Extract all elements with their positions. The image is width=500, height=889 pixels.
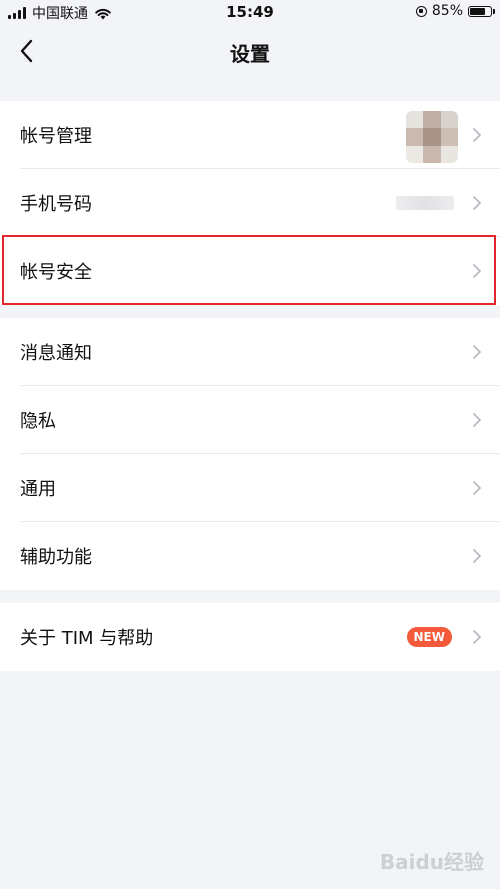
row-label: 隐私 — [20, 411, 56, 432]
battery-percent: 85% — [431, 3, 463, 19]
row-account-security[interactable]: 帐号安全 — [0, 237, 500, 305]
battery-fill — [470, 7, 486, 15]
row-about-tim-help[interactable]: 关于 TIM 与帮助 NEW — [0, 603, 500, 671]
chevron-right-icon — [473, 481, 481, 495]
watermark: Baidu经验 — [379, 850, 484, 874]
general-settings-group: 消息通知 隐私 通用 辅助功能 — [0, 318, 500, 590]
row-general[interactable]: 通用 — [0, 454, 500, 522]
row-label: 辅助功能 — [20, 547, 92, 568]
phone-number-redacted — [396, 196, 454, 210]
row-label: 消息通知 — [20, 343, 92, 364]
row-label: 关于 TIM 与帮助 — [20, 628, 154, 649]
row-notifications[interactable]: 消息通知 — [0, 318, 500, 386]
status-right: 85% — [415, 3, 495, 19]
new-badge: NEW — [406, 627, 452, 647]
avatar — [406, 111, 458, 163]
chevron-right-icon — [473, 413, 481, 427]
row-phone-number[interactable]: 手机号码 — [0, 169, 500, 237]
chevron-right-icon — [473, 196, 481, 210]
page-title: 设置 — [230, 42, 270, 66]
row-label: 帐号安全 — [20, 262, 92, 283]
row-accessibility[interactable]: 辅助功能 — [0, 522, 500, 590]
row-account-management[interactable]: 帐号管理 — [0, 101, 500, 169]
row-label: 手机号码 — [20, 194, 92, 215]
status-bar: 中国联通 15:49 85% — [0, 0, 500, 26]
row-privacy[interactable]: 隐私 — [0, 386, 500, 454]
chevron-right-icon — [473, 128, 481, 142]
chevron-right-icon — [473, 549, 481, 563]
orientation-lock-icon — [415, 5, 427, 17]
chevron-right-icon — [473, 630, 481, 644]
row-label: 帐号管理 — [20, 126, 92, 147]
row-label: 通用 — [20, 479, 56, 500]
chevron-right-icon — [473, 345, 481, 359]
chevron-right-icon — [473, 264, 481, 278]
navigation-bar: 设置 — [0, 26, 500, 76]
account-settings-group: 帐号管理 手机号码 帐号安全 — [0, 101, 500, 305]
about-group: 关于 TIM 与帮助 NEW — [0, 603, 500, 671]
battery-icon — [468, 5, 495, 17]
